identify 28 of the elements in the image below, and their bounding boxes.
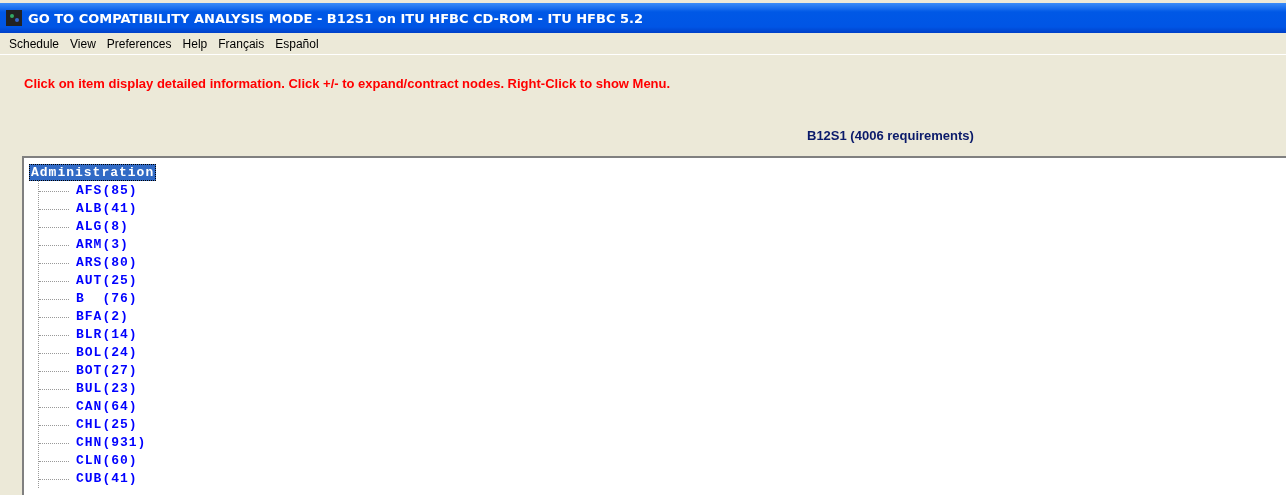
tree-node[interactable]: BOL(24) [75, 345, 139, 361]
tree-node[interactable]: ALB(41) [75, 201, 139, 217]
window-title: GO TO COMPATIBILITY ANALYSIS MODE - B12S1 on ITU HFBC CD-ROM - ITU HFBC 5.2 [28, 10, 643, 26]
tree-node[interactable]: BFA(2) [75, 309, 130, 325]
menu-item[interactable]: Preferences [101, 36, 178, 51]
menu-item[interactable]: Français [213, 36, 271, 51]
menu-item[interactable]: Schedule [4, 36, 66, 51]
instruction-text: Click on item display detailed information. Click +/- to expand/contract nodes. Right-Click to show Menu. [24, 76, 672, 93]
tree-node[interactable]: CHN(931) [75, 435, 148, 451]
tree-node[interactable]: BUL(23) [75, 381, 139, 397]
tree-node[interactable]: ARM(3) [75, 237, 130, 253]
menu-item[interactable]: Help [177, 36, 214, 51]
summary-label: B12S1 (4006 requirements) [807, 128, 975, 145]
app-icon [6, 10, 22, 26]
tree-node[interactable]: BOT(27) [75, 363, 139, 379]
tree-node[interactable]: AFS(85) [75, 183, 139, 199]
tree-node[interactable]: CHL(25) [75, 417, 139, 433]
tree-root-node[interactable]: Administration [29, 164, 157, 181]
menu-item[interactable]: Español [270, 36, 325, 51]
tree-node[interactable]: CUB(41) [75, 471, 139, 487]
tree-node[interactable]: AUT(25) [75, 273, 139, 289]
tree-node[interactable]: CLN(60) [75, 453, 139, 469]
tree-node[interactable]: ALG(8) [75, 219, 130, 235]
tree-node[interactable]: BLR(14) [75, 327, 139, 343]
tree-node[interactable]: CAN(64) [75, 399, 139, 415]
menu-item[interactable]: View [65, 36, 102, 51]
tree-node[interactable]: B (76) [75, 291, 139, 307]
tree-node[interactable]: ARS(80) [75, 255, 139, 271]
